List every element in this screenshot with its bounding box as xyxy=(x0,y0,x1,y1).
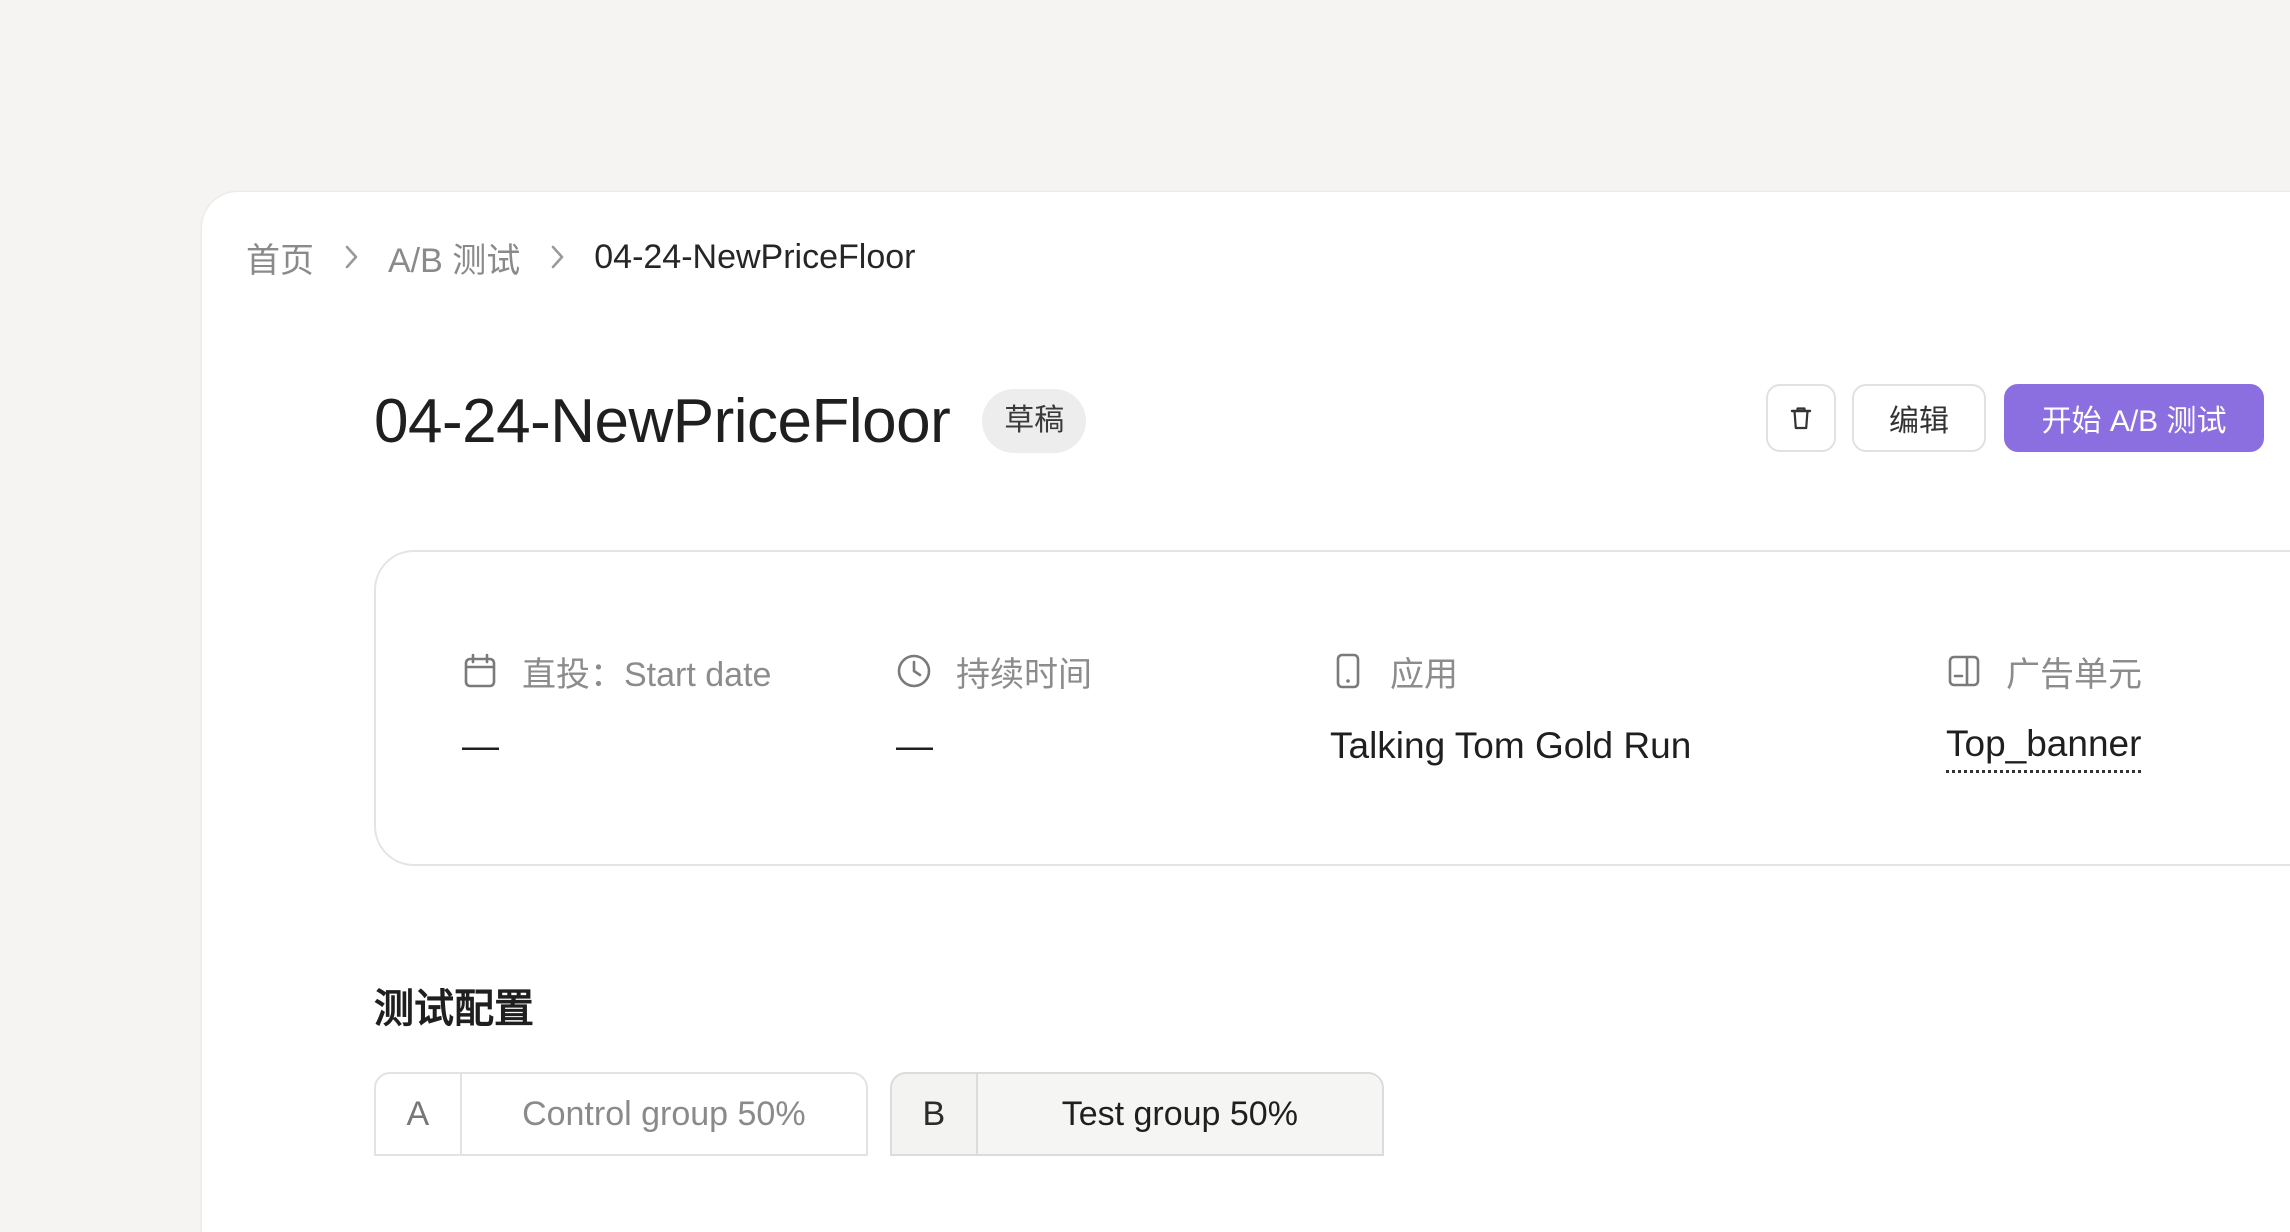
app-label: 应用 xyxy=(1390,655,1458,694)
ad-unit-field: 广告单元 Top_banner xyxy=(1946,648,2142,773)
page-title: 04-24-NewPriceFloor xyxy=(374,386,951,456)
app-field: 应用 Talking Tom Gold Run xyxy=(1330,648,1691,770)
ad-unit-link[interactable]: Top_banner xyxy=(1946,722,2142,773)
group-tab-b[interactable]: B Test group 50% xyxy=(890,1072,1384,1156)
breadcrumb-home[interactable]: 首页 xyxy=(246,233,314,282)
start-date-label: 直投：Start date xyxy=(522,655,772,694)
clock-icon xyxy=(896,653,932,689)
group-tab-a[interactable]: A Control group 50% xyxy=(374,1072,868,1156)
duration-field: 持续时间 — xyxy=(896,648,1092,770)
ad-unit-label: 广告单元 xyxy=(2006,655,2142,694)
chevron-right-icon xyxy=(550,244,566,270)
breadcrumb-current: 04-24-NewPriceFloor xyxy=(594,237,916,276)
status-badge: 草稿 xyxy=(982,389,1087,453)
section-title-test-config: 测试配置 xyxy=(374,987,534,1031)
title-row: 04-24-NewPriceFloor 草稿 xyxy=(374,382,1087,460)
phone-icon xyxy=(1330,653,1366,689)
trash-icon xyxy=(1789,405,1813,431)
group-label: Control group 50% xyxy=(522,1094,806,1133)
edit-button[interactable]: 编辑 xyxy=(1852,384,1986,452)
main-window: 首页 A/B 测试 04-24-NewPriceFloor 04-24-NewP… xyxy=(202,192,2290,1232)
start-ab-test-button[interactable]: 开始 A/B 测试 xyxy=(2004,384,2264,452)
breadcrumb-ab-test[interactable]: A/B 测试 xyxy=(388,233,520,282)
ad-unit-icon xyxy=(1946,653,1982,689)
group-label: Test group 50% xyxy=(977,1074,1382,1154)
duration-value: — xyxy=(896,725,933,766)
breadcrumb: 首页 A/B 测试 04-24-NewPriceFloor xyxy=(246,234,915,280)
calendar-icon xyxy=(462,653,498,689)
app-value: Talking Tom Gold Run xyxy=(1330,725,1692,766)
delete-button[interactable] xyxy=(1766,384,1836,452)
start-date-value: — xyxy=(462,725,499,766)
header-actions: 编辑 开始 A/B 测试 xyxy=(1766,384,2264,452)
test-info-card: 直投：Start date — 持续时间 — 应用 Talking Tom Go… xyxy=(374,550,2290,866)
group-letter: B xyxy=(892,1074,978,1154)
start-date-field: 直投：Start date — xyxy=(462,648,771,770)
chevron-right-icon xyxy=(344,244,360,270)
group-letter: A xyxy=(376,1074,462,1154)
test-groups: A Control group 50% B Test group 50% xyxy=(374,1072,1384,1156)
duration-label: 持续时间 xyxy=(956,655,1092,694)
